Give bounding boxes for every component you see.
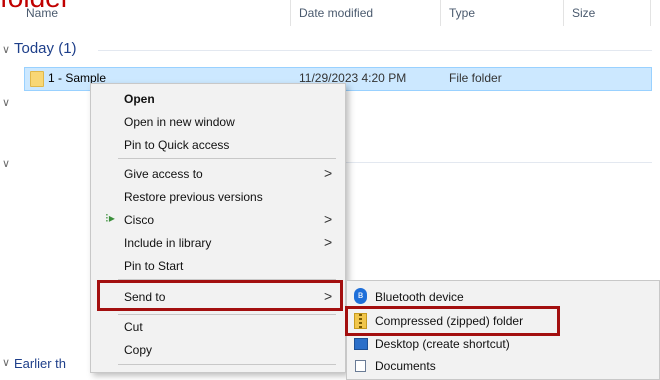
- group-collapse-icon[interactable]: ∨: [2, 43, 10, 56]
- column-separator[interactable]: [290, 0, 291, 26]
- menu-item-copy[interactable]: Copy: [124, 343, 152, 357]
- cisco-icon: ⁝▸: [105, 211, 115, 225]
- group-collapse-icon[interactable]: ∨: [2, 96, 10, 109]
- menu-separator: [118, 158, 336, 159]
- column-header-size[interactable]: Size: [572, 6, 595, 20]
- group-collapse-icon[interactable]: ∨: [2, 157, 10, 170]
- group-collapse-icon[interactable]: ∨: [2, 356, 10, 369]
- submenu-arrow-icon: >: [324, 165, 333, 181]
- menu-item-give-access[interactable]: Give access to: [124, 167, 203, 181]
- menu-item-restore-versions[interactable]: Restore previous versions: [124, 190, 263, 204]
- menu-separator: [118, 364, 336, 365]
- menu-item-pin-quick-access[interactable]: Pin to Quick access: [124, 138, 229, 152]
- menu-item-cisco[interactable]: Cisco: [124, 213, 154, 227]
- column-header-date[interactable]: Date modified: [299, 6, 373, 20]
- menu-item-pin-start[interactable]: Pin to Start: [124, 259, 183, 273]
- column-separator[interactable]: [563, 0, 564, 26]
- submenu-item-documents[interactable]: Documents: [375, 359, 436, 373]
- submenu-item-bluetooth[interactable]: Bluetooth device: [375, 290, 464, 304]
- file-type: File folder: [449, 71, 502, 85]
- folder-icon: [30, 71, 44, 87]
- highlight-box-compressed-folder: [345, 306, 560, 336]
- column-separator[interactable]: [440, 0, 441, 26]
- group-header-today[interactable]: Today (1): [14, 40, 77, 57]
- submenu-arrow-icon: >: [324, 211, 333, 227]
- column-header-type[interactable]: Type: [449, 6, 475, 20]
- submenu-arrow-icon: >: [324, 234, 333, 250]
- menu-item-include-library[interactable]: Include in library: [124, 236, 211, 250]
- column-header-name[interactable]: Name: [26, 6, 58, 20]
- menu-item-cut[interactable]: Cut: [124, 320, 143, 334]
- column-header-bar: Name Date modified Type Size: [0, 0, 660, 30]
- group-divider: [98, 50, 652, 51]
- highlight-box-send-to: [97, 280, 343, 311]
- menu-separator: [118, 314, 336, 315]
- submenu-item-desktop-shortcut[interactable]: Desktop (create shortcut): [375, 337, 510, 351]
- menu-item-open-new-window[interactable]: Open in new window: [124, 115, 235, 129]
- column-separator[interactable]: [650, 0, 651, 26]
- bluetooth-icon: ʙ: [354, 288, 367, 304]
- menu-item-open[interactable]: Open: [124, 92, 155, 106]
- group-header-earlier[interactable]: Earlier th: [14, 356, 66, 371]
- desktop-icon: [354, 338, 368, 350]
- group-divider: [346, 162, 652, 163]
- documents-icon: [355, 360, 366, 372]
